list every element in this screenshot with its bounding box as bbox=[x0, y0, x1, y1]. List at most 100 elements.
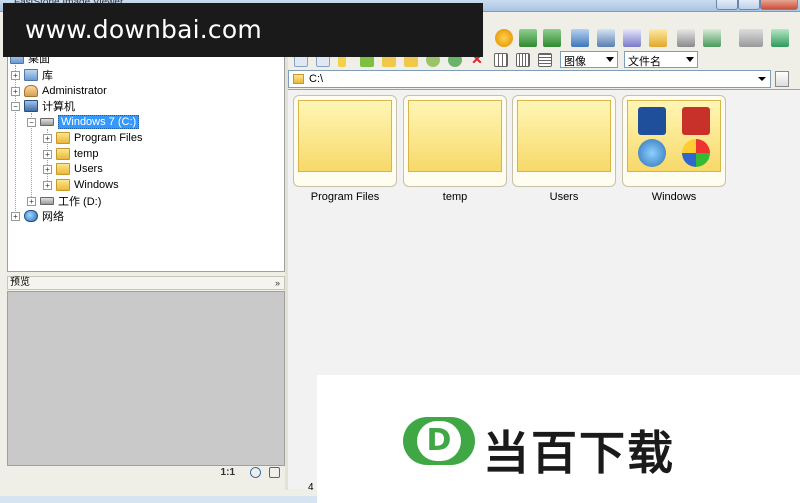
tree-item-label: Administrator bbox=[42, 85, 107, 97]
tree-item-windows[interactable]: + Windows bbox=[43, 178, 119, 192]
preview-pane bbox=[7, 291, 285, 466]
print-icon[interactable] bbox=[677, 29, 695, 47]
zoom-actual-size-button[interactable]: 1:1 bbox=[221, 467, 235, 478]
folder-icon bbox=[56, 148, 70, 160]
thumbnail-item[interactable] bbox=[293, 95, 397, 187]
close-button[interactable] bbox=[760, 0, 798, 10]
tree-item-drive-d[interactable]: + 工作 (D:) bbox=[27, 194, 101, 208]
preview-footer: 1:1 bbox=[7, 466, 285, 480]
library-icon bbox=[24, 69, 38, 81]
filter-combo[interactable]: 图像 bbox=[560, 51, 618, 68]
thumbnail-item[interactable] bbox=[403, 95, 507, 187]
folder-thumbnail bbox=[408, 100, 502, 172]
main-toolbar bbox=[483, 24, 800, 52]
tree-item-library[interactable]: + 库 bbox=[11, 68, 53, 82]
collapse-icon[interactable]: − bbox=[27, 117, 36, 127]
trash-icon[interactable] bbox=[775, 71, 789, 87]
list-view-icon[interactable] bbox=[516, 53, 530, 67]
game-app-icon bbox=[638, 107, 666, 135]
details-view-icon[interactable] bbox=[538, 53, 552, 67]
drive-icon bbox=[40, 197, 54, 205]
shopping-app-icon bbox=[682, 107, 710, 135]
folder-icon bbox=[56, 132, 70, 144]
fullscreen-icon[interactable] bbox=[771, 29, 789, 47]
expand-icon[interactable]: + bbox=[11, 211, 20, 221]
fullscreen-preview-icon[interactable] bbox=[269, 467, 280, 478]
tree-item-temp[interactable]: + temp bbox=[43, 147, 98, 161]
expand-icon[interactable]: + bbox=[27, 196, 36, 206]
filter-combo-value: 图像 bbox=[564, 56, 586, 68]
tree-item-label: 网络 bbox=[42, 211, 64, 223]
folder-thumbnail bbox=[298, 100, 392, 172]
tree-item-drive-c[interactable]: − Windows 7 (C:) bbox=[27, 115, 140, 129]
rotate-right-icon[interactable] bbox=[543, 29, 561, 47]
folder-tree: 桌面 + 库 + Administrator − 计算机 − Windows 7… bbox=[7, 50, 285, 272]
tree-item-label: 库 bbox=[42, 70, 53, 82]
watermark-text: 当百下载 bbox=[483, 426, 675, 480]
maximize-button[interactable] bbox=[738, 0, 760, 10]
expand-icon[interactable]: + bbox=[11, 70, 20, 80]
tree-item-program-files[interactable]: + Program Files bbox=[43, 131, 142, 145]
tree-item-users[interactable]: + Users bbox=[43, 162, 103, 176]
status-count: 4 bbox=[308, 482, 314, 493]
expand-icon[interactable]: + bbox=[43, 164, 52, 174]
network-icon bbox=[24, 210, 38, 222]
tree-item-label: 计算机 bbox=[42, 101, 75, 113]
thumbnail-item[interactable] bbox=[622, 95, 726, 187]
chevron-down-icon[interactable] bbox=[758, 77, 766, 81]
tree-item-label: Windows bbox=[74, 179, 119, 191]
preview-title: 预览 bbox=[10, 277, 30, 288]
expand-icon[interactable]: + bbox=[43, 133, 52, 143]
tree-item-label: Windows 7 (C:) bbox=[58, 115, 140, 129]
computer-icon bbox=[24, 100, 38, 112]
thumbnails-view-icon[interactable] bbox=[494, 53, 508, 67]
folder-icon bbox=[56, 163, 70, 175]
tree-item-label: Users bbox=[74, 163, 103, 175]
sort-combo[interactable]: 文件名 bbox=[624, 51, 698, 68]
compare-icon[interactable] bbox=[571, 29, 589, 47]
tree-item-label: temp bbox=[74, 148, 99, 160]
settings-sun-icon[interactable] bbox=[495, 29, 513, 47]
logo-icon: D bbox=[403, 417, 475, 465]
tree-item-label: Program Files bbox=[74, 132, 143, 144]
tree-item-administrator[interactable]: + Administrator bbox=[11, 84, 107, 98]
tree-item-network[interactable]: + 网络 bbox=[11, 209, 64, 223]
browser-globe-icon bbox=[638, 139, 666, 167]
watermark-banner-top: www.downbai.com bbox=[3, 3, 483, 57]
preview-header: 预览 » bbox=[7, 276, 285, 290]
media-app-icon bbox=[682, 139, 710, 167]
slideshow-icon[interactable] bbox=[703, 29, 721, 47]
chevron-down-icon bbox=[606, 57, 614, 62]
path-bar[interactable]: C:\ bbox=[288, 70, 771, 88]
expand-icon[interactable]: + bbox=[43, 149, 52, 159]
wallpaper-icon[interactable] bbox=[597, 29, 615, 47]
tree-item-label: 工作 (D:) bbox=[58, 196, 102, 208]
collapse-chevron-icon[interactable]: » bbox=[275, 277, 280, 289]
expand-icon[interactable]: + bbox=[11, 86, 20, 96]
folder-icon bbox=[293, 74, 304, 84]
drive-icon bbox=[40, 118, 54, 126]
expand-icon[interactable]: + bbox=[43, 180, 52, 190]
app-window: FastStone Image Viewer www.downbai.com ✕ bbox=[0, 0, 800, 503]
layout-menu-icon[interactable] bbox=[739, 29, 763, 47]
thumbnail-label: Users bbox=[549, 191, 579, 203]
rotate-left-icon[interactable] bbox=[519, 29, 537, 47]
minimize-button[interactable] bbox=[716, 0, 738, 10]
thumbnail-item[interactable] bbox=[512, 95, 616, 187]
chevron-down-icon bbox=[686, 57, 694, 62]
thumbnail-label: Windows bbox=[651, 191, 697, 203]
thumbnail-label: temp bbox=[442, 191, 468, 203]
draw-icon[interactable] bbox=[623, 29, 641, 47]
email-icon[interactable] bbox=[649, 29, 667, 47]
sort-combo-value: 文件名 bbox=[628, 56, 661, 68]
path-text: C:\ bbox=[309, 73, 324, 85]
collapse-icon[interactable]: − bbox=[11, 101, 20, 111]
user-folder-icon bbox=[24, 85, 38, 97]
tree-item-computer[interactable]: − 计算机 bbox=[11, 99, 75, 113]
folder-thumbnail bbox=[627, 100, 721, 172]
folder-thumbnail bbox=[517, 100, 611, 172]
watermark-banner-bottom: D 当百下载 bbox=[317, 375, 800, 503]
folder-icon bbox=[56, 179, 70, 191]
fit-icon[interactable] bbox=[250, 467, 261, 478]
thumbnail-label: Program Files bbox=[310, 191, 380, 203]
